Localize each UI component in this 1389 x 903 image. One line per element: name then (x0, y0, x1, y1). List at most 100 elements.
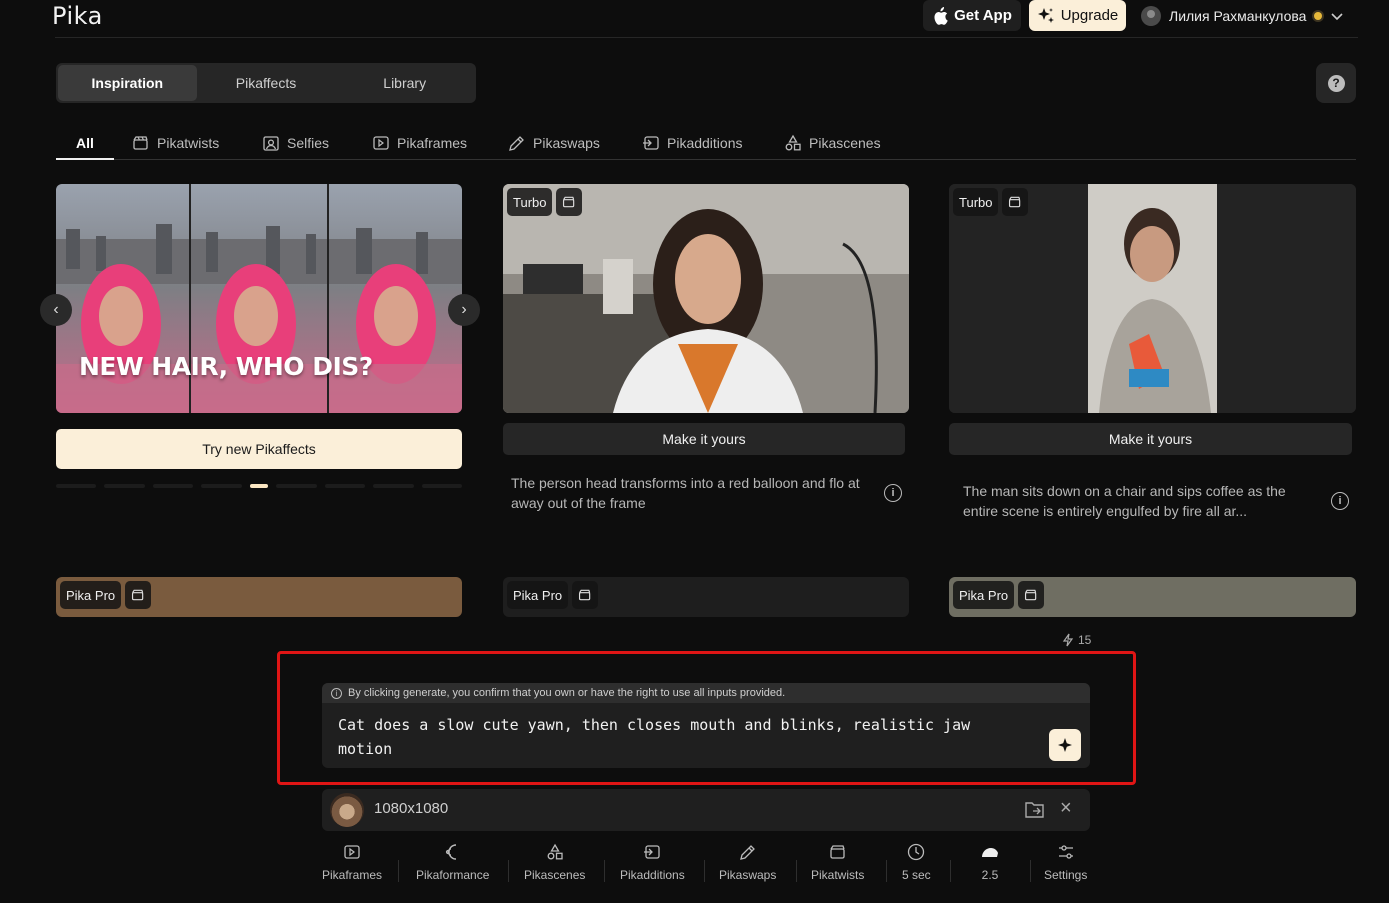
tool-label: Pikaswaps (719, 868, 777, 882)
category-label: Pikaframes (397, 135, 468, 151)
pika-pro-badge: Pika Pro (507, 581, 569, 609)
user-name: Лилия Рахманкулова (1169, 7, 1307, 24)
card-description: The man sits down on a chair and sips co… (963, 483, 1286, 519)
divider (604, 860, 605, 882)
carousel-dot[interactable] (373, 484, 414, 488)
info-icon[interactable]: i (1331, 492, 1349, 510)
category-label: Pikatwists (157, 135, 220, 151)
app-root: Pika Get App Upgrade Лилия Рахманкулова … (0, 0, 1389, 903)
twist-icon (556, 188, 583, 216)
top-header: Pika Get App Upgrade Лилия Рахманкулова (52, 0, 1358, 38)
divider (508, 860, 509, 882)
example-video-man[interactable] (949, 184, 1356, 413)
category-pikascenes[interactable]: Pikascenes (784, 127, 881, 159)
tool-pikaframes[interactable]: Pikaframes (322, 842, 382, 882)
category-pikaframes[interactable]: Pikaframes (372, 127, 467, 159)
carousel-dot[interactable] (324, 484, 366, 488)
help-button[interactable]: ? (1316, 63, 1356, 103)
category-label: Pikaswaps (533, 135, 600, 151)
tool-pikadditions[interactable]: Pikadditions (620, 842, 685, 882)
avatar (1141, 5, 1161, 26)
carousel-dot[interactable] (104, 484, 145, 488)
lightning-icon (1062, 633, 1074, 647)
clock-icon (908, 843, 925, 861)
carousel-dot[interactable] (56, 484, 97, 488)
tool-pikascenes[interactable]: Pikascenes (524, 842, 585, 882)
info-icon[interactable]: i (884, 484, 902, 502)
woman-thumbnail (503, 184, 909, 413)
sparkle-icon (1037, 7, 1054, 23)
pika-pro-badge: Pika Pro (60, 581, 122, 609)
image-asset-row: 1080x1080 × (322, 789, 1090, 831)
close-icon[interactable]: × (1060, 797, 1072, 820)
tool-pikaformance[interactable]: Pikaformance (416, 842, 489, 882)
pro-status-dot (1314, 11, 1323, 20)
user-menu[interactable]: Лилия Рахманкулова (1141, 0, 1344, 31)
tool-label: 2.5 (981, 868, 999, 882)
tool-pikatwists[interactable]: Pikatwists (811, 842, 864, 882)
credits-counter: 15 (1062, 633, 1091, 647)
pika-logo[interactable]: Pika (52, 2, 103, 30)
carousel-next-button[interactable]: › (448, 294, 480, 326)
twist-icon (133, 136, 148, 150)
make-it-yours-button[interactable]: Make it yours (503, 423, 905, 455)
category-pikatwists[interactable]: Pikatwists (132, 127, 219, 159)
category-selfies[interactable]: Selfies (262, 127, 329, 159)
tool-pikaswaps[interactable]: Pikaswaps (719, 842, 776, 882)
tool-label: Pikatwists (811, 868, 865, 882)
upgrade-label: Upgrade (1060, 7, 1119, 24)
tool-label: Pikascenes (524, 868, 586, 882)
tab-library[interactable]: Library (335, 65, 474, 101)
help-icon: ? (1327, 74, 1345, 92)
chevron-down-icon (1331, 12, 1344, 20)
tool-label: Pikadditions (620, 868, 685, 882)
turbo-badge: Turbo (507, 188, 553, 216)
model-icon (982, 848, 998, 857)
get-app-button[interactable]: Get App (923, 0, 1021, 31)
make-it-yours-button[interactable]: Make it yours (949, 423, 1352, 455)
divider (1030, 860, 1031, 882)
twist-icon (572, 581, 599, 609)
upgrade-button[interactable]: Upgrade (1029, 0, 1126, 31)
asset-thumbnail[interactable] (330, 793, 364, 827)
tab-inspiration[interactable]: Inspiration (58, 65, 197, 101)
promo-overlay-text: NEW HAIR, WHO DIS? (79, 352, 373, 381)
folder-icon[interactable] (1024, 800, 1046, 820)
swap-icon (509, 136, 524, 151)
card-badges: Pika Pro (507, 581, 599, 609)
category-pikadditions[interactable]: Pikadditions (642, 127, 743, 159)
pikaffects-promo-image[interactable]: NEW HAIR, WHO DIS? (56, 184, 462, 413)
category-all[interactable]: All (56, 127, 114, 160)
carousel-dot[interactable] (152, 484, 194, 488)
carousel-dot[interactable] (421, 484, 462, 488)
duration-selector[interactable]: 5 sec (902, 842, 931, 882)
chevron-left-icon: ‹ (53, 301, 59, 318)
carousel-dot[interactable] (276, 484, 317, 488)
divider (950, 860, 951, 882)
settings-button[interactable]: Settings (1044, 842, 1087, 882)
settings-icon (1058, 845, 1073, 859)
frames-icon (344, 845, 360, 859)
carousel-prev-button[interactable]: ‹ (40, 294, 72, 326)
model-selector[interactable]: 2.5 (980, 842, 1000, 882)
tab-pikaffects[interactable]: Pikaffects (197, 65, 336, 101)
tool-label: Pikaframes (322, 868, 383, 882)
tool-label: Settings (1044, 868, 1088, 882)
twist-icon (1002, 188, 1029, 216)
carousel-dot[interactable] (201, 484, 242, 488)
main-tabs: Inspiration Pikaffects Library (56, 63, 476, 103)
divider (886, 860, 887, 882)
additions-icon (644, 845, 661, 859)
example-video-woman[interactable] (503, 184, 909, 413)
tools-bar: Pikaframes Pikaformance Pikascenes Pikad… (318, 842, 1098, 894)
man-thumbnail (949, 184, 1356, 413)
tool-label: 5 sec (902, 868, 931, 882)
card-description: The person head transforms into a red ba… (511, 475, 860, 511)
carousel-dot-active[interactable] (249, 484, 269, 488)
divider (796, 860, 797, 882)
category-pikaswaps[interactable]: Pikaswaps (508, 127, 600, 159)
get-app-label: Get App (954, 7, 1012, 24)
card-badges: Pika Pro (60, 581, 152, 609)
category-label: Pikadditions (667, 135, 743, 151)
try-pikaffects-button[interactable]: Try new Pikaffects (56, 429, 462, 469)
